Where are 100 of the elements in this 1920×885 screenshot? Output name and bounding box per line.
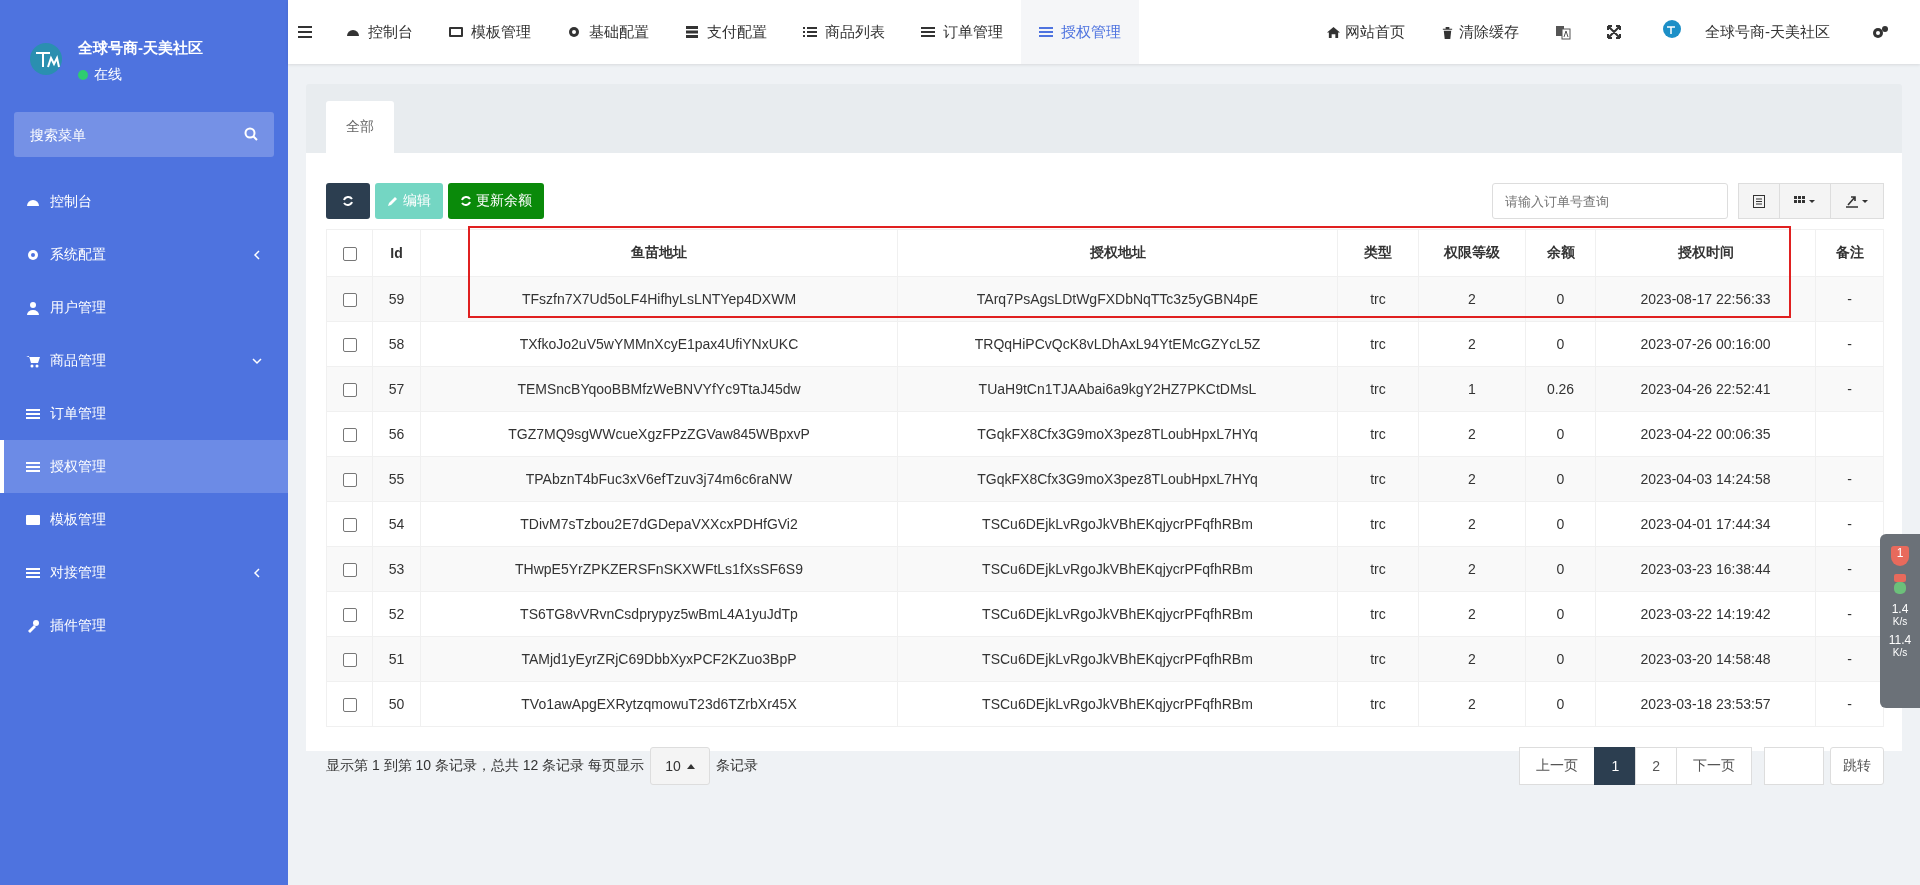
column-header[interactable]: 余额 [1525,229,1596,277]
caret-up-icon [686,763,695,769]
table-cell: 1 [1468,381,1476,397]
nav-tab[interactable]: 基础配置 [549,0,667,64]
nav-tab[interactable]: 订单管理 [903,0,1021,64]
table-cell: 0 [1556,426,1565,442]
home-icon [1327,25,1340,39]
table-cell: 2 [1468,516,1476,532]
sidebar-menu-item[interactable]: 商品管理 [0,334,288,387]
table-cell: 2023-07-26 00:16:00 [1640,336,1771,352]
nav-tab[interactable]: 模板管理 [431,0,549,64]
table-cell: 2 [1468,426,1476,442]
menu-search-field[interactable]: 搜索菜单 [14,112,274,157]
table-cell: 2 [1468,606,1476,622]
table-cell: TSCu6DEjkLvRgoJkVBhEKqjycrPFqfhRBm [982,696,1253,712]
sliders-icon [26,565,40,580]
brand-name: 全球号商-天美社区 [78,38,203,58]
upload-speed: 1.4 [1891,602,1909,616]
column-header[interactable]: Id [372,229,421,277]
table-cell: - [1847,561,1852,577]
row-checkbox[interactable] [342,473,357,488]
column-header[interactable]: 鱼苗地址 [420,229,898,277]
wrench-icon [26,618,40,633]
column-header[interactable]: 权限等级 [1418,229,1526,277]
refresh-icon [460,195,472,207]
page-button[interactable]: 1 [1594,747,1637,785]
page-button[interactable]: 下一页 [1676,747,1752,785]
table-cell: TDivM7sTzbou2E7dGDepaVXXcxPDHfGVi2 [520,516,798,532]
sidebar-menu-item[interactable]: 对接管理 [0,546,288,599]
view-toggle-button[interactable] [1738,183,1780,219]
table-cell: - [1847,696,1852,712]
export-dropdown-button[interactable] [1830,183,1884,219]
select-all-checkbox[interactable] [342,247,357,262]
table-cell: - [1847,516,1852,532]
download-unit: K/s [1892,647,1908,658]
sidebar-menu-item[interactable]: 订单管理 [0,387,288,440]
page-jump-field[interactable] [1764,747,1824,785]
table-cell: 55 [388,471,405,487]
column-header[interactable]: 授权地址 [897,229,1338,277]
gears-icon[interactable] [1872,25,1888,39]
table-cell: TEMSncBYqooBBMfzWeBNVYfYc9TtaJ45dw [517,381,801,397]
table-cell: 58 [388,336,405,352]
table-cell: TRQqHiPCvQcK8vLDhAxL94YtEMcGZYcL5Z [974,336,1261,352]
export-caret-icon [1845,194,1869,208]
table-cell: trc [1370,471,1386,487]
row-checkbox[interactable] [342,428,357,443]
row-checkbox[interactable] [342,698,357,713]
row-checkbox[interactable] [342,608,357,623]
update-balance-button[interactable]: 更新余额 [448,183,544,219]
row-checkbox[interactable] [342,518,357,533]
translate-icon[interactable] [1555,24,1571,40]
table-cell: trc [1370,381,1386,397]
card-icon [26,512,40,527]
table-cell: 2 [1468,336,1476,352]
sidebar-menu-item[interactable]: 插件管理 [0,599,288,652]
order-search-field[interactable]: 请输入订单号查询 [1492,183,1728,219]
columns-dropdown-button[interactable] [1779,183,1831,219]
sidebar-menu-item[interactable]: 模板管理 [0,493,288,546]
page-size-dropdown[interactable]: 10 [650,747,710,785]
search-icon [244,127,258,141]
nav-tab[interactable]: 商品列表 [785,0,903,64]
upload-unit: K/s [1892,616,1908,627]
pencil-icon [387,195,399,207]
column-header[interactable]: 类型 [1337,229,1419,277]
column-header[interactable]: 备注 [1815,229,1884,277]
nav-link[interactable]: 清除缓存 [1441,22,1519,42]
user-name[interactable]: 全球号商-天美社区 [1705,22,1830,42]
table-cell: TS6TG8vVRvnCsdprypyz5wBmL4A1yuJdTp [520,606,798,622]
bars-icon [26,459,40,474]
online-status: 在线 [94,65,122,84]
row-checkbox[interactable] [342,383,357,398]
page-button[interactable]: 上一页 [1519,747,1596,785]
table-cell: TSCu6DEjkLvRgoJkVBhEKqjycrPFqfhRBm [982,561,1253,577]
nav-tab[interactable]: 控制台 [328,0,431,64]
table-cell: 0 [1556,471,1565,487]
table-cell: TGqkFX8Cfx3G9moX3pez8TLoubHpxL7HYq [977,426,1258,442]
table-cell: 53 [388,561,405,577]
filter-tab[interactable]: 全部 [326,101,394,153]
table-cell: TAMjd1yEyrZRjC69DbbXyxPCF2KZuo3BpP [521,651,797,667]
page-button[interactable]: 2 [1635,747,1677,785]
table-cell: 2023-08-17 22:56:33 [1640,291,1771,307]
jump-button[interactable]: 跳转 [1830,747,1884,785]
table-cell: trc [1370,696,1386,712]
row-checkbox[interactable] [342,563,357,578]
table-cell: 2023-04-26 22:52:41 [1640,381,1771,397]
refresh-button[interactable] [326,183,370,219]
list-icon [1753,194,1765,208]
fullscreen-icon[interactable] [1607,25,1621,39]
menu-icon[interactable] [298,26,312,38]
column-header[interactable]: 授权时间 [1595,229,1816,277]
row-checkbox[interactable] [342,653,357,668]
row-checkbox[interactable] [342,338,357,353]
nav-tab[interactable]: 授权管理 [1021,0,1139,64]
sidebar-menu-item[interactable]: 系统配置 [0,228,288,281]
sidebar-menu-item[interactable]: 控制台 [0,175,288,228]
nav-link[interactable]: 网站首页 [1327,22,1405,42]
nav-tab[interactable]: 支付配置 [667,0,785,64]
sidebar-menu-item[interactable]: 用户管理 [0,281,288,334]
table-cell: TSCu6DEjkLvRgoJkVBhEKqjycrPFqfhRBm [982,606,1253,622]
row-checkbox[interactable] [342,293,357,308]
